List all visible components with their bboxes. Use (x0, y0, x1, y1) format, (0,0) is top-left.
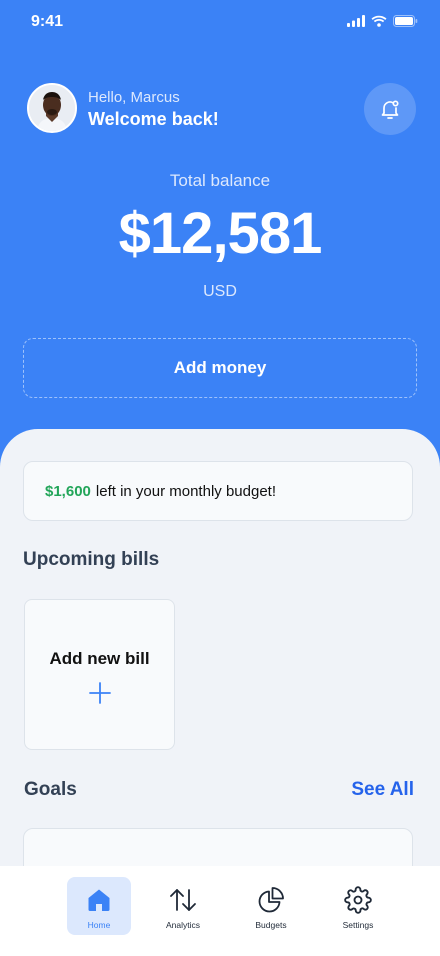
add-money-button[interactable]: Add money (23, 338, 417, 398)
avatar[interactable] (27, 83, 77, 133)
pie-chart-icon (258, 887, 284, 913)
tab-bar: Home Analytics Budgets Settings (0, 866, 440, 956)
status-time: 9:41 (31, 13, 64, 30)
tab-home-label: Home (87, 920, 111, 930)
add-new-bill-label: Add new bill (49, 649, 150, 668)
upcoming-bills-title: Upcoming bills (23, 549, 160, 570)
gear-icon (344, 886, 372, 914)
tab-budgets[interactable]: Budgets (239, 877, 303, 935)
status-icons (347, 15, 418, 27)
wifi-icon (371, 15, 387, 27)
arrows-up-down-icon (170, 889, 196, 911)
header: Hello, Marcus Welcome back! (27, 83, 416, 135)
status-bar: 9:41 (0, 0, 440, 44)
user-photo-icon (29, 85, 75, 131)
tab-home[interactable]: Home (67, 877, 131, 935)
balance-currency: USD (203, 283, 237, 300)
tab-budgets-label: Budgets (255, 920, 287, 930)
home-icon (88, 889, 110, 911)
cellular-signal-icon (347, 15, 365, 27)
tab-settings-label: Settings (342, 920, 374, 930)
greeting-text: Hello, Marcus (88, 89, 180, 106)
bell-icon (381, 100, 399, 119)
see-all-goals-link[interactable]: See All (351, 779, 414, 801)
tab-settings[interactable]: Settings (326, 877, 390, 935)
budget-remaining-amount: $1,600 (45, 482, 91, 500)
budget-notice-text: left in your monthly budget! (95, 482, 276, 500)
goals-title: Goals (24, 779, 77, 800)
balance-amount: $12,581 (118, 201, 323, 266)
tab-analytics-label: Analytics (165, 920, 200, 930)
welcome-text: Welcome back! (88, 109, 219, 129)
balance-label: Total balance (169, 171, 271, 190)
budget-notice-card: $1,600 left in your monthly budget! (23, 461, 413, 521)
add-new-bill-card[interactable]: Add new bill (24, 599, 175, 750)
plus-icon (89, 682, 111, 704)
notifications-button[interactable] (364, 83, 416, 135)
tab-analytics[interactable]: Analytics (151, 877, 215, 935)
battery-icon (393, 15, 418, 27)
